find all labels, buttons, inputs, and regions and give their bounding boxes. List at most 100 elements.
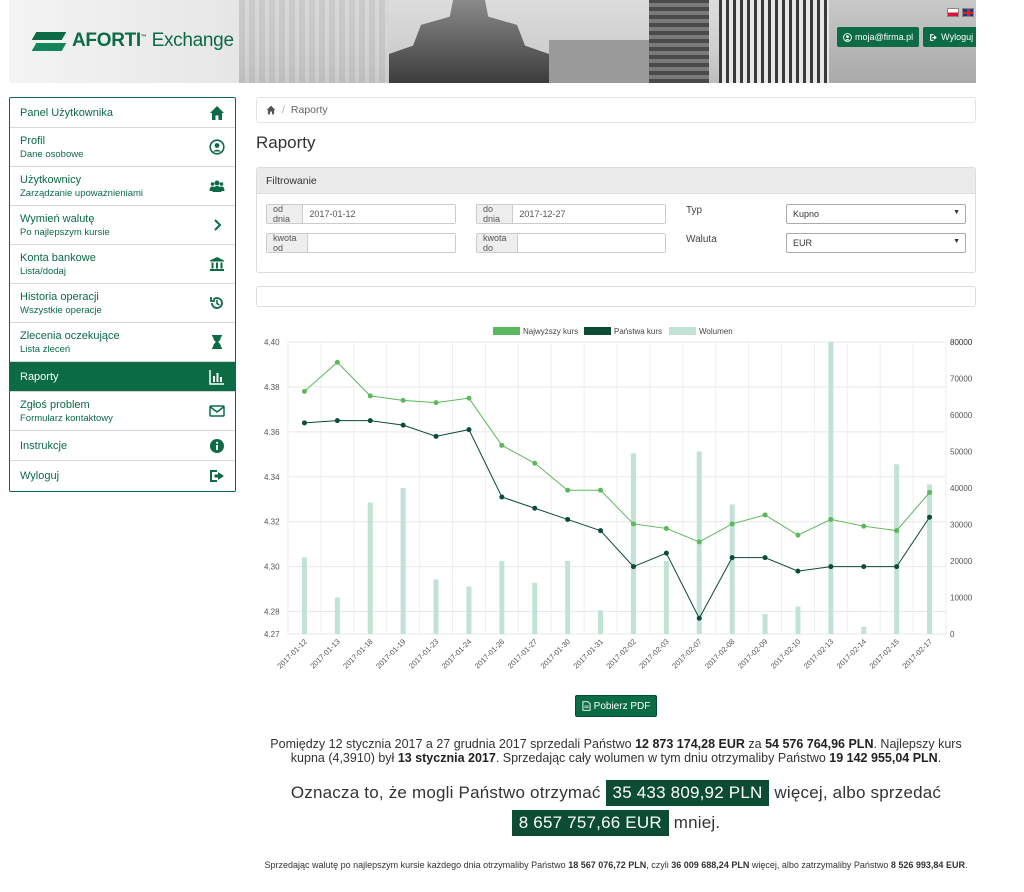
envelope-icon — [209, 405, 225, 417]
date-to-input[interactable] — [513, 205, 665, 223]
date-from-input[interactable] — [303, 205, 455, 223]
data-point — [861, 564, 867, 570]
sidebar-item-panel-użytkownika[interactable]: Panel Użytkownika — [10, 98, 235, 128]
sidebar-item-title: Wyloguj — [20, 470, 60, 482]
data-point — [301, 420, 307, 426]
logout-button[interactable]: Wyloguj — [923, 27, 976, 47]
sidebar-item-instrukcje[interactable]: Instrukcje — [10, 431, 235, 461]
data-point — [630, 521, 636, 527]
best-rate-total: 19 142 955,04 PLN — [829, 751, 938, 765]
y-left-tick-label: 4.34 — [264, 473, 280, 482]
sold-amount-pln: 54 576 764,96 PLN — [765, 737, 874, 751]
data-point — [861, 523, 867, 529]
x-tick-label: 2017-02-03 — [637, 637, 670, 670]
sidebar-item-użytkownicy[interactable]: Użytkownicy Zarządzanie upoważnieniami — [10, 167, 235, 206]
data-point — [367, 393, 373, 399]
date-to-group: do dnia — [476, 204, 666, 224]
account-label: moja@firma.pl — [855, 32, 914, 42]
data-point — [367, 418, 373, 424]
account-button[interactable]: moja@firma.pl — [837, 27, 920, 47]
amount-to-input[interactable] — [517, 234, 665, 252]
volume-bar — [663, 561, 669, 634]
amount-from-input[interactable] — [307, 234, 455, 252]
home-icon[interactable] — [266, 105, 276, 115]
summary-text: , czyli — [646, 860, 672, 870]
sidebar-item-wyloguj[interactable]: Wyloguj — [10, 461, 235, 491]
volume-bar — [334, 597, 340, 634]
y-right-tick-label: 60000 — [950, 411, 973, 420]
x-tick-label: 2017-02-07 — [670, 637, 703, 670]
sidebar-item-wymień-walutę[interactable]: Wymień walutę Po najlepszym kursie — [10, 206, 235, 245]
sidebar-item-subtitle: Wszystkie operacje — [20, 304, 102, 316]
logo[interactable]: AFORTI™ Exchange — [32, 28, 234, 54]
sidebar-item-zgłoś-problem[interactable]: Zgłoś problem Formularz kontaktowy — [10, 392, 235, 431]
volume-bar — [367, 502, 373, 634]
file-pdf-icon — [582, 701, 591, 711]
y-left-tick-label: 4.36 — [264, 428, 280, 437]
summary-text: Sprzedając walutę po najlepszym kursie k… — [264, 860, 569, 870]
data-point — [499, 442, 505, 448]
sidebar-item-profil[interactable]: Profil Dane osobowe — [10, 128, 235, 167]
logo-mark-icon — [32, 28, 66, 54]
x-tick-label: 2017-02-09 — [736, 637, 769, 670]
x-tick-label: 2017-02-10 — [769, 637, 802, 670]
currency-select[interactable]: EUR ▼ — [786, 233, 966, 253]
user-circle-icon — [209, 139, 225, 155]
volume-bar — [598, 610, 604, 634]
breadcrumb-current: Raporty — [290, 104, 328, 116]
volume-bar — [630, 453, 636, 634]
data-point — [663, 525, 669, 531]
sold-amount-eur: 12 873 174,28 EUR — [635, 737, 745, 751]
volume-bar — [466, 586, 472, 634]
summary-text: więcej, albo zatrzymaliby Państwo — [749, 860, 891, 870]
info-icon — [210, 438, 224, 453]
volume-bar — [400, 488, 406, 634]
sidebar-item-subtitle: Dane osobowe — [20, 148, 84, 160]
brand-name: AFORTI — [72, 30, 141, 51]
amount-to-label: kwota do — [477, 233, 518, 253]
sidebar-item-title: Zgłoś problem — [20, 398, 90, 411]
info-bar — [256, 286, 976, 307]
x-tick-label: 2017-01-27 — [506, 637, 539, 670]
sidebar-item-konta-bankowe[interactable]: Konta bankowe Lista/dodaj — [10, 245, 235, 284]
volume-bar — [762, 613, 768, 634]
volume-bar — [861, 626, 867, 634]
sidebar-item-zlecenia-oczekujące[interactable]: Zlecenia oczekujące Lista zleceń — [10, 323, 235, 362]
data-point — [762, 555, 768, 561]
x-tick-label: 2017-02-02 — [604, 637, 637, 670]
sidebar-item-historia-operacji[interactable]: Historia operacji Wszystkie operacje — [10, 284, 235, 323]
type-select[interactable]: Kupno ▼ — [786, 204, 966, 224]
x-tick-label: 2017-02-08 — [703, 637, 736, 670]
sidebar-item-title: Zlecenia oczekujące — [20, 329, 120, 342]
x-tick-label: 2017-02-13 — [802, 637, 835, 670]
type-select-value: Kupno — [793, 209, 820, 219]
download-pdf-button[interactable]: Pobierz PDF — [575, 695, 657, 717]
x-tick-label: 2017-01-18 — [341, 637, 374, 670]
legend-label: Państwa kurs — [614, 327, 662, 336]
flag-en-icon[interactable] — [962, 8, 974, 17]
volume-bar — [433, 579, 439, 634]
volume-bar — [532, 582, 538, 634]
sidebar-item-title: Instrukcje — [20, 439, 68, 452]
amount-from-label: kwota od — [267, 233, 308, 253]
data-point — [301, 388, 307, 394]
data-point — [334, 418, 340, 424]
best-daily-total: 18 567 076,72 PLN — [568, 860, 647, 870]
filter-heading: Filtrowanie — [257, 168, 975, 194]
data-point — [532, 505, 538, 511]
brand-suffix: Exchange — [151, 30, 234, 51]
volume-bar — [828, 342, 834, 634]
data-point — [400, 397, 406, 403]
data-point — [565, 487, 571, 493]
sidebar-item-raporty[interactable]: Raporty — [10, 362, 235, 392]
summary-best-daily: Sprzedając walutę po najlepszym kursie k… — [256, 860, 976, 871]
data-point — [927, 514, 933, 520]
chart-svg: 4.27 4.28 4.30 4.32 4.34 4.36 4.38 4.40 0 10000 20… — [264, 327, 973, 671]
chevron-down-icon: ▼ — [953, 238, 960, 245]
data-point — [729, 555, 735, 561]
y-left-tick-label: 4.40 — [264, 338, 280, 347]
summary-text: . Sprzedając cały wolumen w tym dniu otr… — [495, 751, 830, 765]
y-right-tick-label: 50000 — [950, 448, 973, 457]
x-tick-label: 2017-01-31 — [571, 637, 604, 670]
flag-pl-icon[interactable] — [947, 8, 959, 17]
